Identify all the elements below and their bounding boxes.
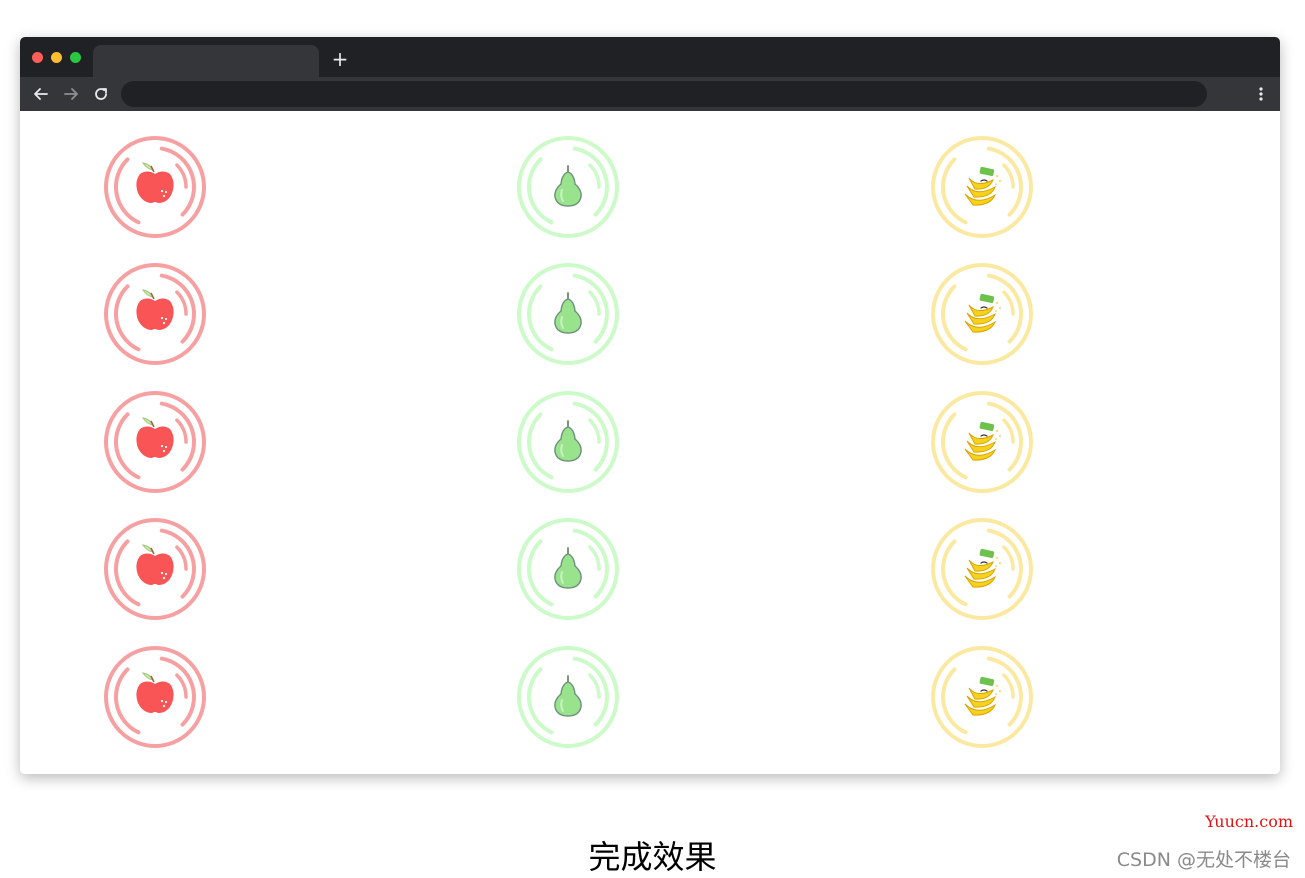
tab-bar: +	[20, 37, 1280, 77]
banana-icon	[931, 646, 1033, 748]
new-tab-button[interactable]: +	[329, 48, 351, 70]
apple-ring-item	[102, 261, 208, 367]
author-watermark: CSDN @无处不楼台	[1116, 849, 1291, 871]
banana-icon	[931, 391, 1033, 493]
banana-icon	[931, 518, 1033, 620]
tab-active[interactable]	[93, 45, 319, 77]
browser-window: +	[20, 37, 1280, 774]
pear-ring-item	[515, 644, 621, 750]
pear-icon	[517, 518, 619, 620]
banana-icon	[931, 263, 1033, 365]
banana-icon	[931, 136, 1033, 238]
maximize-window-button[interactable]	[70, 52, 81, 63]
banana-ring-item	[929, 644, 1035, 750]
page-viewport	[20, 111, 1280, 774]
reload-icon[interactable]	[91, 84, 111, 104]
apple-icon	[104, 263, 206, 365]
back-arrow-icon[interactable]	[31, 84, 51, 104]
apple-icon	[104, 391, 206, 493]
address-bar[interactable]	[121, 81, 1207, 107]
apple-ring-item	[102, 389, 208, 495]
forward-arrow-icon[interactable]	[61, 84, 81, 104]
pear-ring-item	[515, 389, 621, 495]
close-window-button[interactable]	[32, 52, 43, 63]
banana-ring-item	[929, 134, 1035, 240]
apple-ring-item	[102, 516, 208, 622]
pear-icon	[517, 263, 619, 365]
banana-ring-item	[929, 389, 1035, 495]
kebab-menu-icon[interactable]	[1254, 84, 1268, 104]
banana-ring-item	[929, 516, 1035, 622]
banana-ring-item	[929, 261, 1035, 367]
apple-icon	[104, 518, 206, 620]
apple-icon	[104, 646, 206, 748]
pear-ring-item	[515, 134, 621, 240]
minimize-window-button[interactable]	[51, 52, 62, 63]
apple-ring-item	[102, 644, 208, 750]
pear-ring-item	[515, 261, 621, 367]
pear-icon	[517, 646, 619, 748]
apple-ring-item	[102, 134, 208, 240]
apple-icon	[104, 136, 206, 238]
browser-toolbar	[20, 77, 1280, 111]
site-watermark: Yuucn.com	[1205, 812, 1293, 831]
pear-icon	[517, 391, 619, 493]
figure-caption: 完成效果	[588, 838, 717, 876]
pear-ring-item	[515, 516, 621, 622]
pear-icon	[517, 136, 619, 238]
